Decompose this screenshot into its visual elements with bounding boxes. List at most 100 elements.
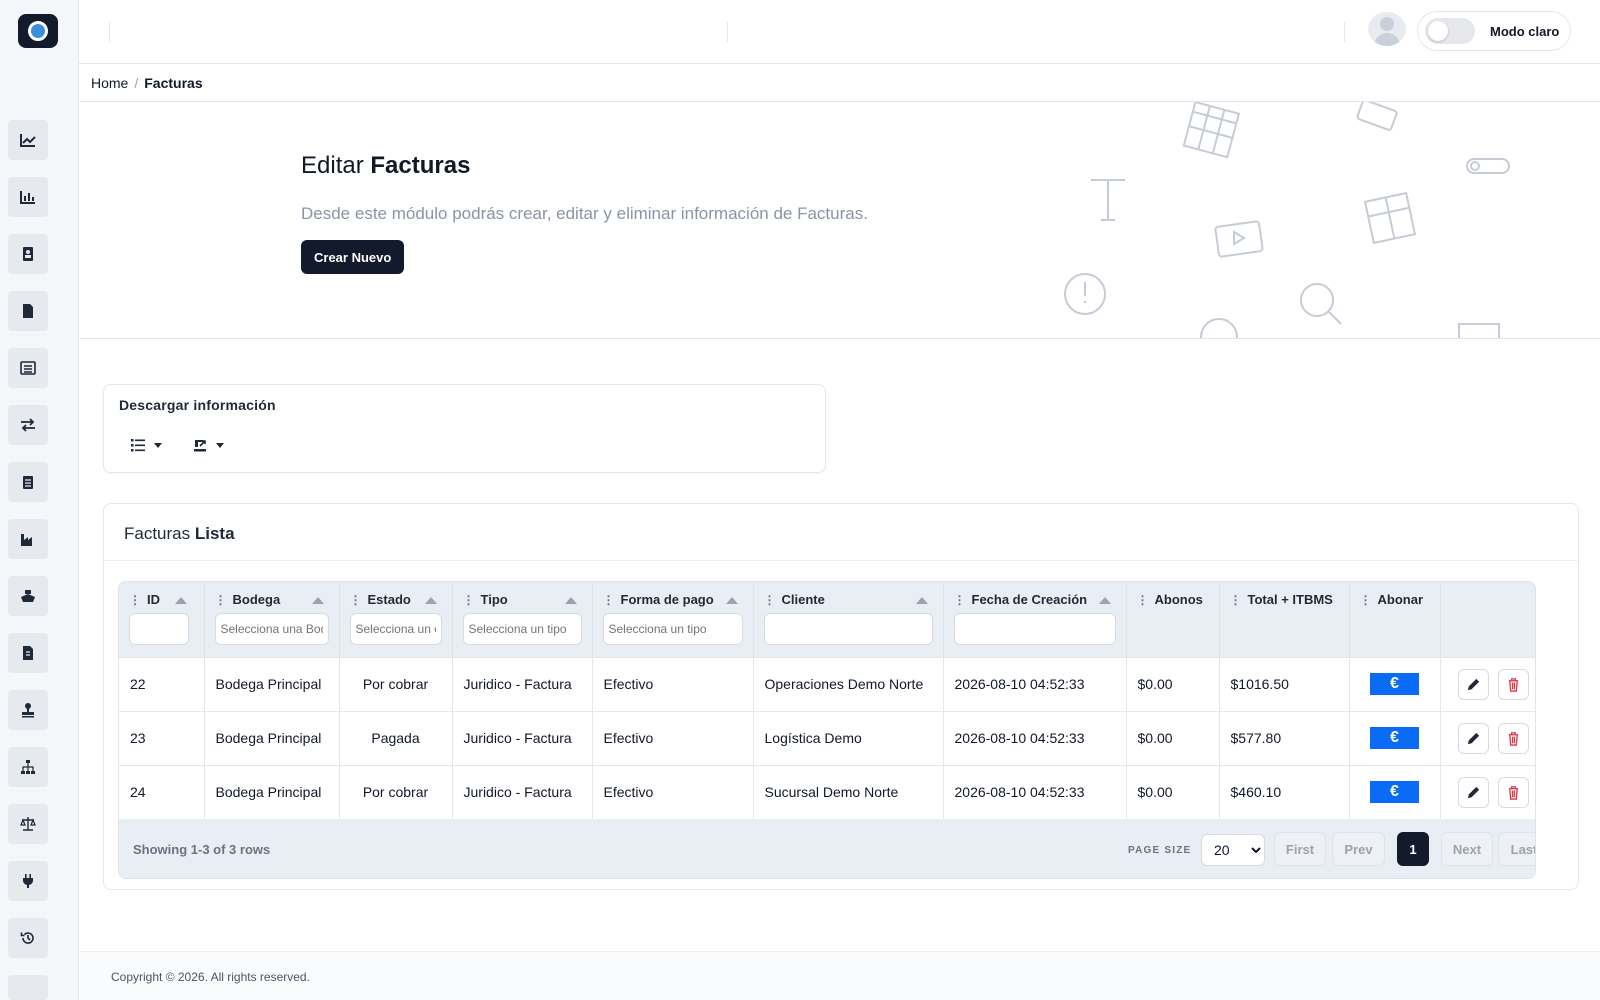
table-row[interactable]: 24 Bodega Principal Por cobrar Juridico … <box>119 765 1535 819</box>
filter-bodega-select[interactable] <box>214 613 329 645</box>
drag-handle-icon[interactable]: ⋮ <box>215 593 227 607</box>
sidebar-item-invoices[interactable] <box>8 633 48 673</box>
delete-button[interactable] <box>1498 668 1530 700</box>
sidebar-item-reports[interactable] <box>8 177 48 217</box>
sidebar-item-history[interactable] <box>8 918 48 958</box>
export-dropdown-button[interactable] <box>192 437 224 453</box>
sort-asc-icon[interactable] <box>175 597 187 604</box>
delete-button[interactable] <box>1498 722 1530 754</box>
drag-handle-icon[interactable]: ⋮ <box>764 593 776 607</box>
sidebar-item-dashboard[interactable] <box>8 120 48 160</box>
sidebar-item-industry[interactable] <box>8 519 48 559</box>
list-title: Facturas Lista <box>124 524 235 543</box>
filter-forma-pago-select[interactable] <box>602 613 743 645</box>
divider <box>104 560 1578 561</box>
contact-book-icon <box>23 247 33 261</box>
cell-abonos: $0.00 <box>1126 657 1220 711</box>
divider <box>1344 22 1345 42</box>
drag-handle-icon[interactable]: ⋮ <box>1137 593 1149 607</box>
table-header-row: ⋮ID ⋮Bodega ⋮Estado <box>119 582 1535 657</box>
column-header-abonos[interactable]: ⋮ Abonos <box>1126 582 1220 657</box>
cell-bodega: Bodega Principal <box>204 657 340 711</box>
column-header-fecha[interactable]: ⋮ Fecha de Creación <box>943 582 1127 657</box>
columns-dropdown-button[interactable] <box>130 437 162 453</box>
add-payment-button[interactable]: € <box>1370 781 1419 804</box>
table-row[interactable]: 22 Bodega Principal Por cobrar Juridico … <box>119 657 1535 711</box>
cell-id: 23 <box>119 711 205 765</box>
breadcrumb-current: Facturas <box>144 74 203 91</box>
next-page-button[interactable]: Next <box>1441 832 1493 866</box>
user-avatar[interactable] <box>1368 12 1406 46</box>
first-page-button[interactable]: First <box>1274 832 1326 866</box>
theme-mode-toggle[interactable]: Modo claro <box>1417 11 1571 51</box>
app-logo[interactable] <box>18 14 58 48</box>
edit-button[interactable] <box>1457 668 1489 700</box>
pencil-icon <box>1467 786 1479 798</box>
drag-handle-icon[interactable]: ⋮ <box>350 593 362 607</box>
sidebar-item-approvals[interactable] <box>8 690 48 730</box>
edit-button[interactable] <box>1457 722 1489 754</box>
history-icon <box>20 932 34 944</box>
filter-estado-select[interactable] <box>349 613 442 645</box>
filter-cliente-input[interactable] <box>763 613 933 645</box>
sidebar-item-documents[interactable] <box>8 291 48 331</box>
last-page-button[interactable]: Last <box>1498 832 1535 866</box>
sidebar-item-integrations[interactable] <box>8 861 48 901</box>
column-header-cliente[interactable]: ⋮ Cliente <box>753 582 944 657</box>
sidebar-item-more[interactable] <box>8 975 48 1000</box>
cell-forma-pago: Efectivo <box>592 657 754 711</box>
filter-fecha-input[interactable] <box>953 613 1116 645</box>
filter-tipo-select[interactable] <box>462 613 582 645</box>
sidebar-item-shipping[interactable] <box>8 576 48 616</box>
sidebar-item-lists[interactable] <box>8 348 48 388</box>
page-button-current[interactable]: 1 <box>1397 832 1429 866</box>
sort-asc-icon[interactable] <box>564 597 577 604</box>
drag-handle-icon[interactable]: ⋮ <box>463 593 475 607</box>
balance-scale-icon <box>20 817 36 831</box>
sidebar-item-transfers[interactable] <box>8 405 48 445</box>
column-header-id[interactable]: ⋮ ID <box>119 582 205 657</box>
page-size-select[interactable]: 20 <box>1201 834 1265 866</box>
cell-id: 24 <box>119 765 205 819</box>
sort-asc-icon[interactable] <box>424 597 437 604</box>
bar-chart-icon <box>20 191 35 204</box>
column-header-total[interactable]: ⋮ Total + ITBMS <box>1219 582 1350 657</box>
delete-button[interactable] <box>1498 776 1530 808</box>
sort-asc-icon[interactable] <box>725 597 738 604</box>
drag-handle-icon[interactable]: ⋮ <box>954 593 966 607</box>
table-row[interactable]: 23 Bodega Principal Pagada Juridico - Fa… <box>119 711 1535 765</box>
drag-handle-icon[interactable]: ⋮ <box>1230 593 1242 607</box>
drag-handle-icon[interactable]: ⋮ <box>603 593 615 607</box>
sidebar-item-contacts[interactable] <box>8 234 48 274</box>
cell-abonar: € <box>1349 711 1441 765</box>
sitemap-icon <box>21 760 35 774</box>
column-header-bodega[interactable]: ⋮ Bodega <box>204 582 340 657</box>
filter-id-input[interactable] <box>129 613 189 645</box>
edit-button[interactable] <box>1457 776 1489 808</box>
theme-switch[interactable] <box>1425 18 1475 44</box>
column-header-estado[interactable]: ⋮ Estado <box>339 582 453 657</box>
sidebar-item-tasks[interactable] <box>8 462 48 502</box>
sidebar-item-organization[interactable] <box>8 747 48 787</box>
sort-asc-icon[interactable] <box>915 597 928 604</box>
column-header-abonar[interactable]: ⋮ Abonar <box>1349 582 1441 657</box>
divider <box>109 22 110 42</box>
add-payment-button[interactable]: € <box>1370 673 1419 695</box>
sort-asc-icon[interactable] <box>311 597 324 604</box>
sidebar-item-balance[interactable] <box>8 804 48 844</box>
clipboard-icon <box>23 476 33 489</box>
column-header-tipo[interactable]: ⋮ Tipo <box>452 582 593 657</box>
column-header-forma-pago[interactable]: ⋮ Forma de pago <box>592 582 754 657</box>
breadcrumb: Home / Facturas <box>79 64 1600 102</box>
breadcrumb-home[interactable]: Home <box>91 75 128 91</box>
copyright-text: Copyright © 2026. All rights reserved. <box>111 970 310 984</box>
trash-icon <box>1509 785 1519 800</box>
drag-handle-icon[interactable]: ⋮ <box>1360 593 1372 607</box>
rows-summary: Showing 1-3 of 3 rows <box>133 842 271 857</box>
drag-handle-icon[interactable]: ⋮ <box>129 593 141 607</box>
prev-page-button[interactable]: Prev <box>1332 832 1385 866</box>
add-payment-button[interactable]: € <box>1370 727 1419 749</box>
cell-actions <box>1440 657 1535 711</box>
create-new-button[interactable]: Crear Nuevo <box>301 240 405 274</box>
sort-asc-icon[interactable] <box>1098 597 1111 604</box>
